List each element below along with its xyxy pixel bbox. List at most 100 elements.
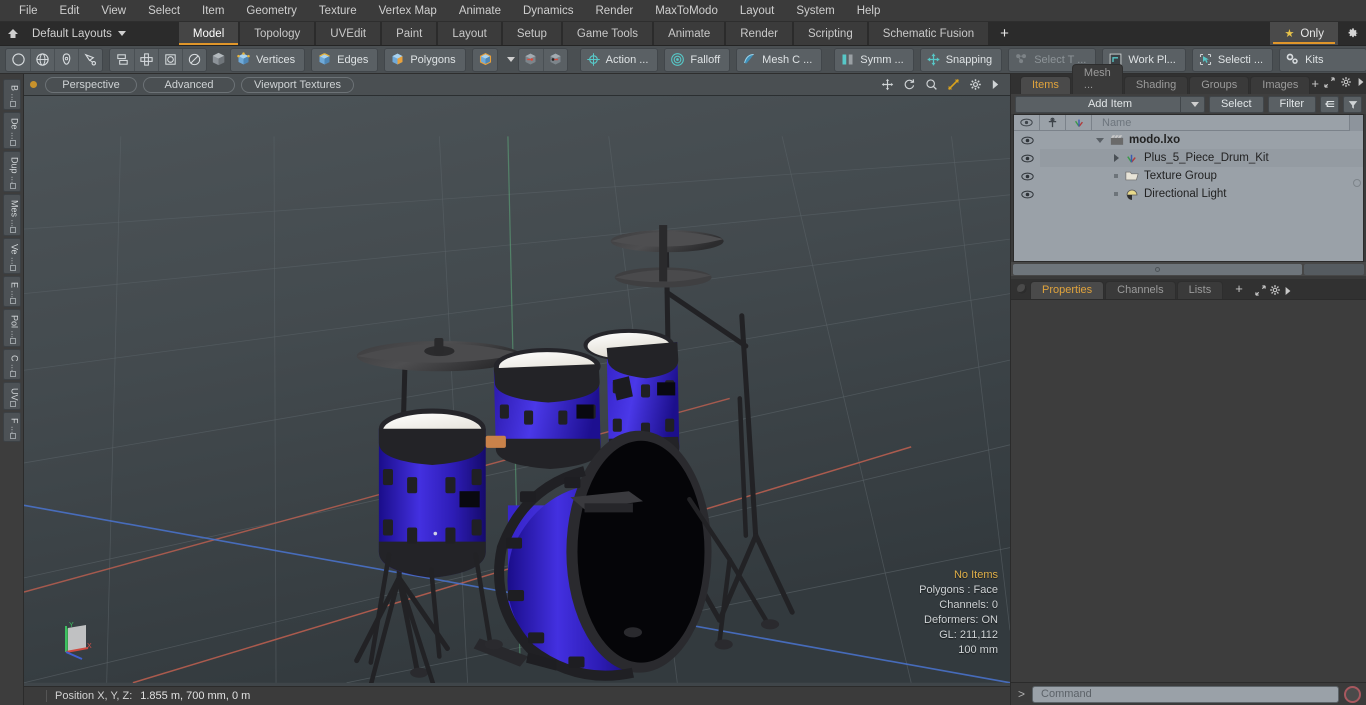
command-input[interactable]: Command — [1032, 685, 1339, 703]
fit-icon[interactable] — [947, 78, 960, 91]
menu-item-render[interactable]: Render — [584, 0, 644, 22]
row-lock-toggle[interactable] — [1040, 149, 1066, 167]
panel-tab-shading[interactable]: Shading — [1123, 76, 1189, 94]
viewport-view-selector[interactable]: Perspective — [45, 76, 137, 93]
selection-mode-vertices[interactable]: Vertices — [230, 47, 306, 72]
expand-icon[interactable] — [1255, 285, 1266, 299]
menu-item-system[interactable]: System — [785, 0, 845, 22]
tab-model[interactable]: Model — [177, 22, 240, 45]
rotate-icon[interactable] — [903, 78, 916, 91]
tool-tab-uv[interactable]: UV — [2, 382, 21, 410]
row-render-toggle[interactable] — [1066, 149, 1092, 167]
command-record-button[interactable] — [1344, 685, 1361, 703]
default-layouts-dropdown[interactable]: Default Layouts — [26, 22, 136, 45]
chevron-right-icon[interactable] — [1284, 287, 1292, 299]
tab-render[interactable]: Render — [725, 22, 793, 45]
panel-tab-properties[interactable]: Properties — [1030, 281, 1105, 299]
menu-item-maxtomodo[interactable]: MaxToModo — [644, 0, 729, 22]
add-panel-tab-button[interactable]: + — [1311, 76, 1319, 91]
add-item-button[interactable]: Add Item — [1015, 95, 1205, 113]
filter-button[interactable]: Filter — [1267, 95, 1316, 113]
pan-icon[interactable] — [881, 78, 894, 91]
menu-item-layout[interactable]: Layout — [729, 0, 786, 22]
select-button[interactable]: Select — [1208, 95, 1264, 113]
menu-item-geometry[interactable]: Geometry — [235, 0, 308, 22]
symmetry-button[interactable]: Symm ... — [834, 47, 914, 72]
add-properties-tab-button[interactable]: + — [1224, 279, 1254, 299]
chevron-down-icon[interactable] — [1096, 137, 1104, 143]
menu-item-vertex-map[interactable]: Vertex Map — [368, 0, 448, 22]
table-row[interactable]: Texture Group — [1014, 167, 1363, 185]
selection-mode-edges[interactable]: Edges — [311, 47, 379, 72]
add-tab-button[interactable]: + — [989, 22, 1020, 45]
list-options-icon[interactable] — [1320, 95, 1339, 113]
viewport-textures-selector[interactable]: Viewport Textures — [241, 76, 355, 93]
menu-item-item[interactable]: Item — [191, 0, 235, 22]
chevron-right-icon[interactable] — [991, 79, 1000, 90]
tool-tab-mesh-edit[interactable]: Mes ... — [2, 194, 21, 237]
menu-item-help[interactable]: Help — [846, 0, 892, 22]
tab-game-tools[interactable]: Game Tools — [561, 22, 654, 45]
row-visibility-toggle[interactable] — [1014, 149, 1040, 167]
horizontal-scrollbar[interactable] — [1013, 263, 1302, 275]
tab-paint[interactable]: Paint — [381, 22, 438, 45]
snapping-button[interactable]: Snapping — [919, 47, 1003, 72]
row-visibility-toggle[interactable] — [1014, 167, 1040, 185]
table-row[interactable]: modo.lxo — [1014, 131, 1363, 149]
item-list-scroll-grip[interactable] — [1353, 179, 1361, 187]
tab-layout[interactable]: Layout — [437, 22, 502, 45]
item-row-texture-group[interactable]: Texture Group — [1092, 170, 1363, 182]
selection-mode-items[interactable] — [471, 47, 498, 72]
row-visibility-toggle[interactable] — [1014, 131, 1040, 149]
selection-sets-button[interactable]: Selecti ... — [1191, 47, 1274, 72]
square-circle-icon[interactable] — [158, 48, 182, 71]
stack-icon[interactable] — [110, 49, 134, 71]
item-row-drum-kit[interactable]: Plus_5_Piece_Drum_Kit — [1092, 152, 1363, 165]
viewport-shading-selector[interactable]: Advanced — [143, 76, 235, 93]
menu-item-texture[interactable]: Texture — [308, 0, 368, 22]
layout-settings-button[interactable] — [1338, 22, 1366, 45]
tool-tab-fusion[interactable]: F ... — [2, 411, 21, 443]
menu-item-edit[interactable]: Edit — [49, 0, 91, 22]
row-visibility-toggle[interactable] — [1014, 185, 1040, 203]
kits-button[interactable]: Kits — [1279, 47, 1366, 72]
zoom-icon[interactable] — [925, 78, 938, 91]
home-layout-button[interactable] — [0, 22, 26, 45]
selection-mode-dropdown[interactable] — [501, 57, 515, 62]
filter-funnel-icon[interactable] — [1343, 95, 1362, 113]
row-render-toggle[interactable] — [1066, 167, 1092, 185]
tool-tab-edge[interactable]: E ... — [2, 275, 21, 307]
tab-setup[interactable]: Setup — [501, 22, 562, 45]
item-row-directional-light[interactable]: Directional Light — [1092, 188, 1363, 201]
tab-topology[interactable]: Topology — [239, 22, 316, 45]
table-row[interactable]: Directional Light — [1014, 185, 1363, 203]
shaded-cube-icon[interactable] — [210, 49, 227, 71]
tool-tab-curve[interactable]: C ... — [2, 348, 21, 381]
chevron-right-icon[interactable] — [1114, 154, 1119, 162]
panel-tab-images[interactable]: Images — [1250, 76, 1311, 94]
chevron-right-icon[interactable] — [1357, 77, 1365, 90]
lasso-icon[interactable] — [78, 48, 102, 71]
globe-icon[interactable] — [30, 48, 54, 71]
panel-tab-items[interactable]: Items — [1020, 76, 1071, 94]
row-render-toggle[interactable] — [1066, 185, 1092, 203]
ellipse-icon[interactable] — [182, 48, 206, 71]
tab-scripting[interactable]: Scripting — [792, 22, 868, 45]
menu-item-animate[interactable]: Animate — [448, 0, 512, 22]
action-center-button[interactable]: Action ... — [579, 47, 659, 72]
falloff-button[interactable]: Falloff — [664, 47, 731, 72]
tool-tab-vertex[interactable]: Ve ... — [2, 238, 21, 274]
tool-tab-deform[interactable]: De ... — [2, 112, 21, 149]
gear-icon[interactable] — [1340, 76, 1352, 91]
menu-item-dynamics[interactable]: Dynamics — [512, 0, 584, 22]
panel-tab-mesh[interactable]: Mesh ... — [1071, 64, 1123, 94]
tool-tab-polygon[interactable]: Pol ... — [2, 308, 21, 347]
gear-icon[interactable] — [969, 78, 982, 91]
row-lock-toggle[interactable] — [1040, 167, 1066, 185]
snap-b-icon[interactable] — [542, 48, 567, 71]
selection-mode-polygons[interactable]: Polygons — [384, 47, 466, 72]
expand-icon[interactable] — [1324, 76, 1335, 91]
tab-animate[interactable]: Animate — [653, 22, 726, 45]
row-render-toggle[interactable] — [1066, 131, 1092, 149]
item-list-vertical-scrollbar[interactable] — [1349, 114, 1363, 131]
